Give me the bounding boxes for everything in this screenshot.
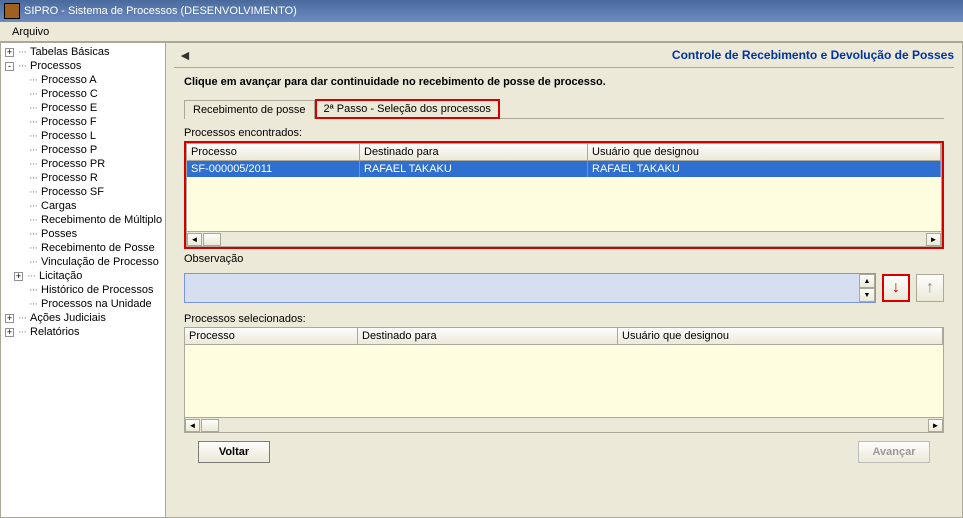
tree-child[interactable]: ···Processo L: [1, 129, 165, 143]
spin-up-icon[interactable]: ▲: [859, 274, 875, 288]
found-scrollbar[interactable]: ◄ ►: [187, 231, 941, 246]
col-usuario[interactable]: Usuário que designou: [588, 144, 941, 160]
expand-icon[interactable]: +: [5, 328, 14, 337]
tree-child[interactable]: ···Histórico de Processos: [1, 283, 165, 297]
obs-label: Observação: [184, 249, 944, 267]
collapse-icon[interactable]: -: [5, 62, 14, 71]
tree-acoes[interactable]: +···Ações Judiciais: [1, 311, 165, 325]
tab-selecao-processos[interactable]: 2ª Passo - Seleção dos processos: [315, 99, 500, 119]
tree-child[interactable]: ···Cargas: [1, 199, 165, 213]
observacao-input[interactable]: ▲ ▼: [184, 273, 876, 303]
tree-child[interactable]: ···Processo PR: [1, 157, 165, 171]
app-icon: [4, 3, 20, 19]
expand-icon[interactable]: +: [14, 272, 23, 281]
scroll-thumb[interactable]: [201, 419, 219, 432]
selected-scrollbar[interactable]: ◄ ►: [185, 417, 943, 432]
move-down-button[interactable]: ↓: [882, 274, 910, 302]
tree-tabelas-basicas[interactable]: +···Tabelas Básicas: [1, 45, 165, 59]
instruction-text: Clique em avançar para dar continuidade …: [174, 68, 954, 98]
col-processo[interactable]: Processo: [185, 328, 358, 344]
tree-child[interactable]: ···Processo R: [1, 171, 165, 185]
expand-icon[interactable]: +: [5, 314, 14, 323]
found-label: Processos encontrados:: [184, 123, 944, 141]
tree-child[interactable]: ···Processo P: [1, 143, 165, 157]
scroll-left-icon[interactable]: ◄: [187, 233, 202, 246]
menu-bar: Arquivo: [0, 22, 963, 42]
window-title: SIPRO - Sistema de Processos (DESENVOLVI…: [24, 5, 297, 17]
tree-child[interactable]: ···Processo F: [1, 115, 165, 129]
tree-child[interactable]: ···Recebimento de Múltiplo: [1, 213, 165, 227]
selected-grid-header: Processo Destinado para Usuário que desi…: [185, 328, 943, 345]
tree-child[interactable]: ···Processo SF: [1, 185, 165, 199]
tree-processos[interactable]: -···Processos: [1, 59, 165, 73]
tab-recebimento[interactable]: Recebimento de posse: [184, 100, 315, 119]
tree-child[interactable]: ···Recebimento de Posse: [1, 241, 165, 255]
scroll-right-icon[interactable]: ►: [926, 233, 941, 246]
voltar-button[interactable]: Voltar: [198, 441, 270, 463]
arrow-down-icon: ↓: [892, 279, 900, 297]
tree-child[interactable]: ···Vinculação de Processo: [1, 255, 165, 269]
title-bar: SIPRO - Sistema de Processos (DESENVOLVI…: [0, 0, 963, 22]
avancar-button[interactable]: Avançar: [858, 441, 930, 463]
scroll-left-icon[interactable]: ◄: [185, 419, 200, 432]
expand-icon[interactable]: +: [5, 48, 14, 57]
table-row[interactable]: SF-000005/2011 RAFAEL TAKAKU RAFAEL TAKA…: [187, 161, 941, 177]
move-up-button[interactable]: ↑: [916, 274, 944, 302]
content-panel: ◄ Controle de Recebimento e Devolução de…: [166, 42, 963, 518]
tree-child[interactable]: ···Processo A: [1, 73, 165, 87]
col-destinado[interactable]: Destinado para: [358, 328, 618, 344]
spin-down-icon[interactable]: ▼: [859, 288, 875, 302]
found-grid-highlight: Processo Destinado para Usuário que desi…: [184, 141, 944, 249]
tree-child[interactable]: ···Processo E: [1, 101, 165, 115]
scroll-thumb[interactable]: [203, 233, 221, 246]
tree-child[interactable]: ···Processos na Unidade: [1, 297, 165, 311]
found-grid-header: Processo Destinado para Usuário que desi…: [187, 144, 941, 161]
tree-child[interactable]: ···Processo C: [1, 87, 165, 101]
found-grid[interactable]: Processo Destinado para Usuário que desi…: [186, 143, 942, 247]
col-destinado[interactable]: Destinado para: [360, 144, 588, 160]
scroll-right-icon[interactable]: ►: [928, 419, 943, 432]
tree-child[interactable]: +···Licitação: [1, 269, 165, 283]
tree-relatorios[interactable]: +···Relatórios: [1, 325, 165, 339]
col-usuario[interactable]: Usuário que designou: [618, 328, 943, 344]
menu-arquivo[interactable]: Arquivo: [4, 24, 57, 40]
back-arrow-icon[interactable]: ◄: [174, 47, 196, 63]
selected-grid[interactable]: Processo Destinado para Usuário que desi…: [184, 327, 944, 433]
page-title: Controle de Recebimento e Devolução de P…: [672, 48, 954, 62]
selected-label: Processos selecionados:: [184, 309, 944, 327]
col-processo[interactable]: Processo: [187, 144, 360, 160]
tab-strip: Recebimento de posse 2ª Passo - Seleção …: [174, 98, 954, 118]
arrow-up-icon: ↑: [926, 279, 934, 297]
tree-child[interactable]: ···Posses: [1, 227, 165, 241]
sidebar-tree: +···Tabelas Básicas -···Processos ···Pro…: [0, 42, 166, 518]
